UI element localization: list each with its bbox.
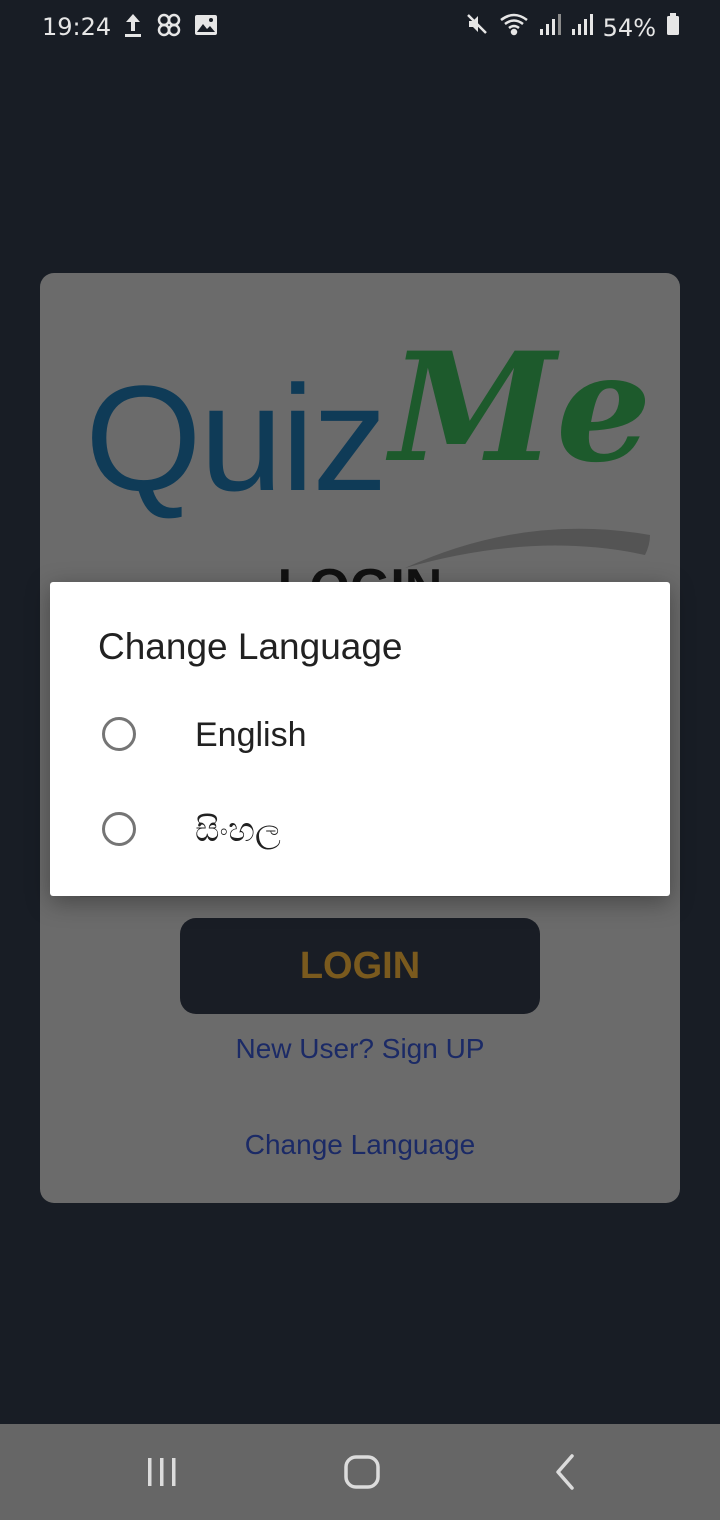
signup-link[interactable]: New User? Sign UP bbox=[40, 1033, 680, 1065]
logo-me-text: Me bbox=[390, 320, 652, 496]
language-option-sinhala[interactable]: සිංහල bbox=[50, 787, 670, 877]
image-icon bbox=[194, 14, 218, 43]
signal-icon bbox=[539, 12, 561, 43]
option-label: සිංහල bbox=[195, 811, 281, 849]
app-grid-icon bbox=[156, 12, 182, 45]
recents-icon[interactable] bbox=[142, 1452, 182, 1492]
upload-icon bbox=[122, 12, 144, 45]
radio-button[interactable] bbox=[102, 717, 136, 751]
logo-quiz-text: Quiz bbox=[85, 354, 387, 522]
quizme-logo: Quiz Me bbox=[85, 333, 651, 568]
radio-button[interactable] bbox=[102, 812, 136, 846]
language-option-english[interactable]: English bbox=[50, 692, 670, 782]
home-icon[interactable] bbox=[342, 1452, 382, 1492]
back-icon[interactable] bbox=[546, 1452, 586, 1492]
change-language-dialog: Change Language English සිංහල bbox=[50, 582, 670, 896]
wifi-icon bbox=[499, 12, 529, 43]
login-button[interactable]: LOGIN bbox=[180, 918, 540, 1014]
option-label: English bbox=[195, 716, 307, 754]
signal-icon-2 bbox=[571, 12, 593, 43]
status-icons-right: 54% bbox=[465, 12, 680, 43]
status-bar: 19:24 54% bbox=[0, 0, 720, 56]
dialog-title: Change Language bbox=[98, 626, 403, 667]
change-language-link[interactable]: Change Language bbox=[40, 1129, 680, 1161]
navigation-bar bbox=[0, 1424, 720, 1520]
status-icons-left bbox=[122, 12, 218, 45]
status-time: 19:24 bbox=[42, 13, 112, 41]
mute-icon bbox=[465, 12, 489, 43]
battery-percent: 54% bbox=[602, 13, 656, 42]
battery-icon bbox=[666, 12, 680, 43]
